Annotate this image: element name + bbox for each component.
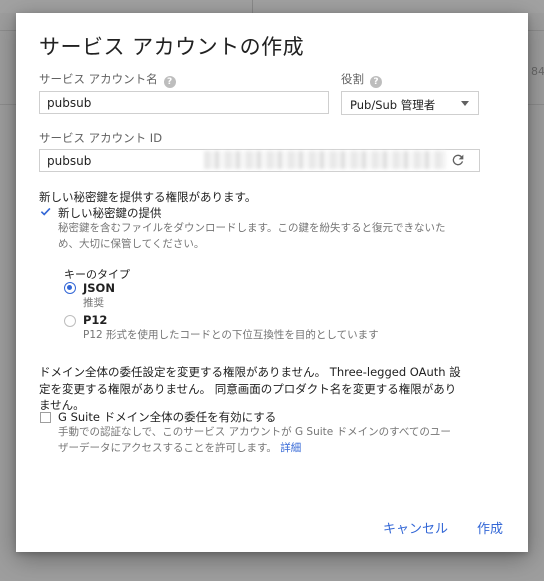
key-type-json-radio[interactable]	[64, 282, 76, 294]
key-type-p12-label[interactable]: P12	[83, 313, 107, 327]
cancel-button[interactable]: キャンセル	[383, 518, 448, 537]
gsuite-delegation-description-line2: ザーデータにアクセスすることを許可します。 詳細	[58, 440, 301, 456]
key-permission-text: 新しい秘密鍵を提供する権限があります。	[39, 190, 257, 204]
create-button[interactable]: 作成	[477, 518, 503, 537]
gsuite-delegation-description-text: ザーデータにアクセスすることを許可します。	[58, 442, 277, 454]
service-account-id-label: サービス アカウント ID	[39, 131, 163, 145]
create-service-account-dialog: サービス アカウントの作成 サービス アカウント名? pubsub 役割? Pu…	[16, 13, 528, 552]
key-type-p12-description: P12 形式を使用したコードとの下位互換性を目的としています	[83, 329, 379, 341]
service-account-name-input[interactable]: pubsub	[39, 91, 329, 114]
chevron-down-icon	[461, 101, 469, 106]
background-divider	[252, 0, 253, 13]
service-account-name-label-text: サービス アカウント名	[39, 72, 158, 86]
key-type-json-label[interactable]: JSON	[83, 281, 115, 295]
role-label: 役割?	[341, 71, 382, 88]
gsuite-delegation-checkbox-label[interactable]: G Suite ドメイン全体の委任を有効にする	[58, 409, 276, 425]
refresh-icon[interactable]	[450, 152, 466, 168]
new-key-checkbox[interactable]	[40, 206, 51, 217]
new-key-checkbox-label[interactable]: 新しい秘密鍵の提供	[58, 205, 162, 221]
check-icon	[40, 207, 51, 216]
details-link[interactable]: 詳細	[280, 442, 301, 454]
help-icon[interactable]: ?	[370, 76, 382, 88]
gsuite-delegation-checkbox[interactable]	[40, 412, 51, 423]
new-key-description-line2: め、大切に保管してください。	[58, 238, 205, 250]
role-label-text: 役割	[341, 72, 364, 86]
new-key-description-line1: 秘密鍵を含むファイルをダウンロードします。この鍵を紛失すると復元できないた	[58, 222, 446, 234]
key-type-label: キーのタイプ	[64, 268, 130, 281]
key-type-p12-radio[interactable]	[64, 315, 76, 327]
gsuite-delegation-description-line1: 手動での認証なしで、このサービス アカウントが G Suite ドメインのすべて…	[58, 426, 451, 438]
role-select[interactable]: Pub/Sub 管理者	[341, 91, 479, 115]
role-select-value: Pub/Sub 管理者	[350, 98, 436, 112]
delegation-permission-line1: ドメイン全体の委任設定を変更する権限がありません。 Three-legged O…	[39, 365, 461, 379]
service-account-name-label: サービス アカウント名?	[39, 71, 176, 88]
dialog-title: サービス アカウントの作成	[39, 35, 305, 59]
key-type-json-description: 推奨	[83, 297, 104, 309]
delegation-permission-line2: 定を変更する権限がありません。 同意画面のプロダクト名を変更する権限があり	[39, 382, 457, 396]
background-fragment-text: 84	[531, 65, 544, 78]
redacted-id-suffix	[204, 151, 446, 169]
background-header	[0, 0, 544, 13]
help-icon[interactable]: ?	[163, 76, 176, 88]
